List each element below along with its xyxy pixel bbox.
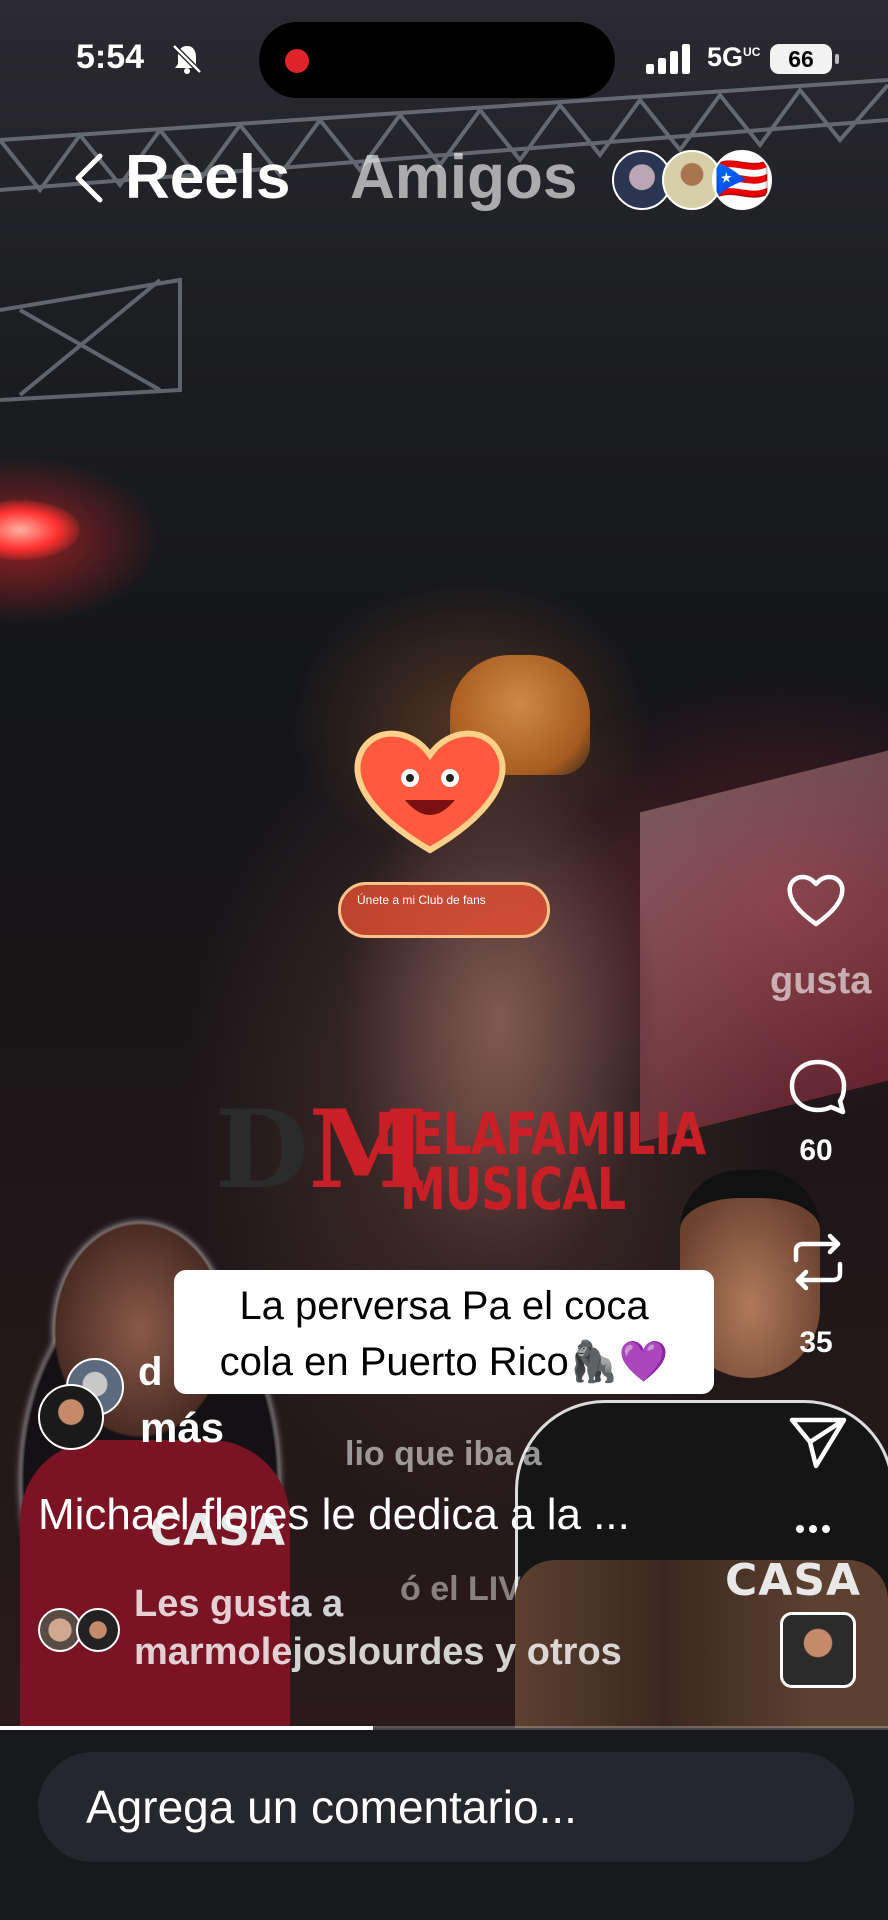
faded-background-text: lio que iba a <box>345 1435 542 1473</box>
recording-dot <box>285 49 309 73</box>
fan-club-pill[interactable]: Únete a mi Club de fans <box>338 882 550 938</box>
tab-reels[interactable]: Reels <box>125 142 290 213</box>
liked-by-label[interactable]: Les gusta a <box>134 1583 343 1626</box>
video-caption: La perversa Pa el coca cola en Puerto Ri… <box>174 1270 714 1394</box>
repost-count: 35 <box>799 1326 833 1359</box>
author-avatars[interactable] <box>38 1358 128 1450</box>
shirt-logo-right: CASA <box>725 1555 862 1606</box>
comment-count: 60 <box>799 1134 833 1167</box>
audio-thumbnail[interactable] <box>780 1612 856 1688</box>
watermark-line-2: MUSICAL <box>400 1155 626 1223</box>
more-icon[interactable] <box>796 1520 836 1536</box>
friends-avatars[interactable]: 🇵🇷 <box>612 150 772 210</box>
back-chevron-icon[interactable] <box>70 150 106 206</box>
network-type: 5GUC <box>707 42 760 73</box>
network-suffix: UC <box>743 45 761 59</box>
liked-by-users[interactable]: marmolejoslourdes y otros <box>134 1631 622 1674</box>
network-label: 5G <box>707 42 744 72</box>
liker-avatar-2 <box>76 1608 120 1652</box>
post-description[interactable]: Michael flores le dedica a la ... <box>38 1490 630 1540</box>
heart-sticker-icon[interactable] <box>350 720 510 860</box>
repost-icon[interactable] <box>786 1230 850 1294</box>
caption-line-2: cola en Puerto Rico🦍💜 <box>219 1340 669 1384</box>
caption-line-1: La perversa Pa el coca <box>239 1284 649 1328</box>
like-count-faded: gusta <box>770 960 872 1002</box>
status-time: 5:54 <box>76 38 145 76</box>
author-avatar-2 <box>38 1384 104 1450</box>
status-bar: 5:54 5GUC 66 <box>0 0 888 120</box>
heart-icon[interactable] <box>784 868 848 932</box>
comment-composer[interactable]: Agrega un comentario... <box>38 1752 854 1862</box>
send-icon[interactable] <box>786 1410 850 1474</box>
comment-input[interactable]: Agrega un comentario... <box>86 1780 577 1834</box>
comment-icon[interactable] <box>786 1056 850 1120</box>
bell-slash-icon <box>172 44 202 74</box>
friend-avatar-flag: 🇵🇷 <box>712 150 772 210</box>
tab-amigos[interactable]: Amigos <box>350 142 577 213</box>
author-username[interactable]: d <box>138 1350 162 1395</box>
battery-indicator: 66 <box>770 44 839 74</box>
liker-avatars <box>38 1608 122 1652</box>
stage-light <box>0 500 80 560</box>
author-more-link[interactable]: más <box>140 1404 224 1452</box>
dynamic-island <box>259 22 615 98</box>
faded-background-text-2: ó el LIV <box>400 1570 521 1608</box>
signal-icon <box>646 44 690 74</box>
